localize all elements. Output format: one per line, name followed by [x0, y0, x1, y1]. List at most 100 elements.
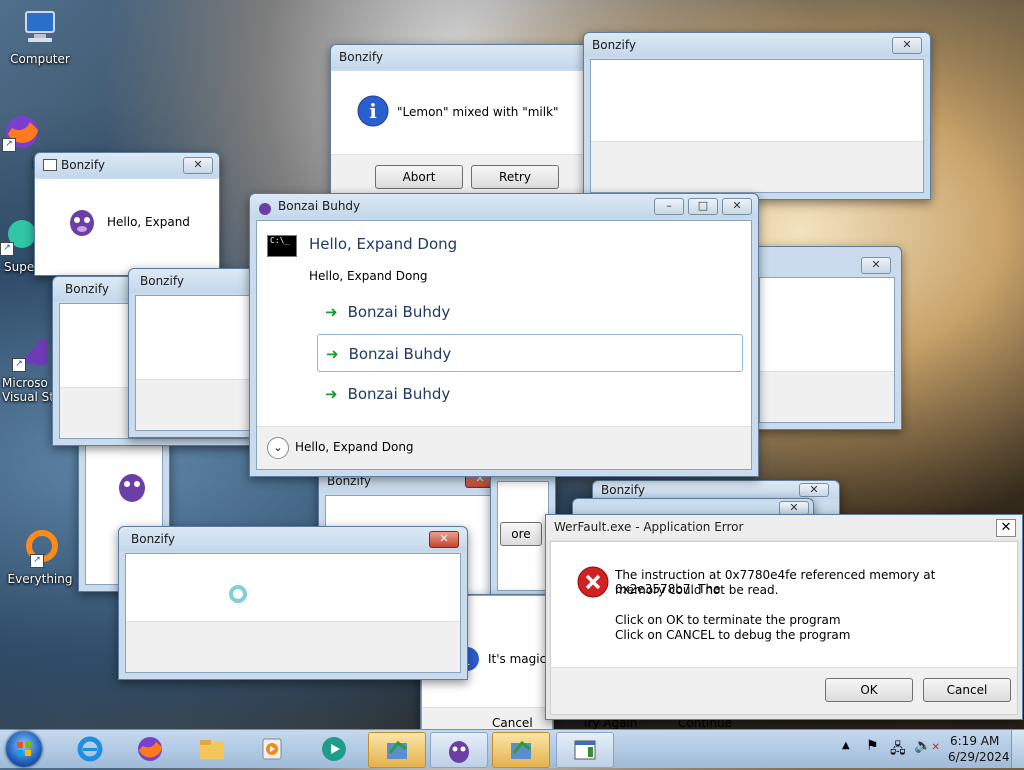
window-werfault[interactable]: WerFault.exe - Application Error ✕ The i… [545, 514, 1023, 720]
taskbar-explorer[interactable] [184, 732, 240, 766]
window-footer: ⌄ Hello, Expand Dong [257, 426, 751, 469]
taskbar-bonzi[interactable] [430, 732, 488, 768]
error-line-2: memory could not be read. [615, 583, 779, 597]
folder-icon [200, 740, 224, 759]
lemon-message: "Lemon" mixed with "milk" [397, 105, 559, 119]
window-body: ore [497, 481, 549, 591]
close-button[interactable]: ✕ [429, 531, 459, 548]
loading-spinner-icon [229, 585, 247, 603]
shortcut-arrow-icon: ↗ [2, 138, 16, 152]
window-body: i "Lemon" mixed with "milk" Abort Retry [331, 71, 593, 195]
desktop-icon-label: Everything [7, 572, 73, 586]
close-icon[interactable]: ✕ [996, 519, 1016, 537]
window-footer: Abort Retry [331, 154, 593, 195]
window-footer [126, 621, 460, 672]
window-icon [574, 740, 596, 760]
close-button[interactable]: ✕ [779, 501, 809, 515]
taskbar-window[interactable] [556, 732, 614, 768]
window-body [125, 553, 461, 673]
close-button[interactable]: ✕ [892, 37, 922, 54]
error-line-4: Click on CANCEL to debug the program [615, 628, 851, 642]
windows-logo-icon [17, 742, 31, 756]
more-button[interactable]: ore [500, 522, 542, 546]
installer-icon [511, 740, 531, 759]
window-bonzify-lemon[interactable]: Bonzify i "Lemon" mixed with "milk" Abor… [330, 44, 594, 196]
arrow-right-icon: ➜ [325, 385, 338, 403]
console-icon: C:\_ [267, 235, 297, 257]
visual-studio-icon: ↗ [12, 332, 52, 372]
window-title: Bonzify [331, 45, 593, 69]
ok-button[interactable]: OK [825, 678, 913, 702]
command-link-label: Bonzai Buhdy [347, 303, 451, 321]
info-icon: i [357, 95, 389, 127]
firefox-icon: ↗ [2, 112, 42, 152]
error-icon [577, 566, 609, 598]
minimize-button[interactable]: – [654, 198, 684, 215]
window-body [759, 277, 895, 423]
taskbar-app-green[interactable] [306, 732, 362, 766]
maximize-button[interactable]: □ [688, 198, 718, 215]
close-button[interactable]: ✕ [799, 483, 829, 497]
clock-date[interactable]: 6/29/2024 [948, 750, 1010, 764]
action-center-flag-icon[interactable]: ⚑ [866, 738, 879, 754]
abort-button[interactable]: Abort [375, 165, 463, 189]
volume-muted-icon[interactable]: 🔈✕ [914, 738, 940, 754]
command-link-3[interactable]: ➜ Bonzai Buhdy [317, 375, 743, 413]
network-icon[interactable]: 🖧 [890, 738, 906, 762]
clock-time[interactable]: 6:19 AM [950, 734, 999, 748]
show-desktop-button[interactable] [1011, 730, 1024, 768]
command-link-2[interactable]: ➜ Bonzai Buhdy [317, 334, 743, 372]
window-footer [760, 371, 894, 422]
desktop-icon-computer[interactable]: Computer [2, 8, 78, 66]
command-link-label: Bonzai Buhdy [348, 345, 452, 363]
taskbar-ie[interactable] [62, 732, 118, 766]
buhdy-subtext: Hello, Expand Dong [309, 269, 428, 283]
window-bonzify-blank[interactable]: Bonzify ✕ [583, 32, 931, 200]
bonzi-app-icon [258, 199, 272, 215]
window-body [135, 295, 263, 431]
taskbar-media-player[interactable] [244, 732, 300, 766]
show-hidden-icons-icon[interactable]: ▲ [842, 740, 850, 751]
taskbar-bonzify-active[interactable] [368, 732, 426, 768]
window-body: C:\_ Hello, Expand Dong Hello, Expand Do… [256, 220, 752, 470]
window-footer [591, 141, 923, 192]
error-line-3: Click on OK to terminate the program [615, 613, 841, 627]
firefox-icon [138, 737, 162, 761]
window-title-text: Bonzify [61, 158, 105, 172]
bonzi-icon [119, 474, 145, 502]
magic-message: It's magic [488, 652, 547, 666]
bonzi-icon [70, 210, 94, 236]
taskbar-firefox[interactable] [122, 732, 178, 766]
hello-message: Hello, Expand [107, 215, 190, 229]
cancel-button[interactable]: Cancel [492, 716, 533, 730]
taskbar-installer[interactable] [492, 732, 550, 768]
desktop-icon-everything[interactable]: ↗ Everything [2, 528, 78, 586]
svg-text:i: i [369, 99, 377, 123]
cancel-button[interactable]: Cancel [923, 678, 1011, 702]
window-body [590, 59, 924, 193]
window-bonzify-loading[interactable]: Bonzify ✕ [118, 526, 468, 680]
close-button[interactable]: ✕ [861, 257, 891, 274]
arrow-right-icon: ➜ [326, 345, 339, 363]
retry-button[interactable]: Retry [471, 165, 559, 189]
everything-icon: ↗ [20, 528, 60, 568]
close-button[interactable]: ✕ [183, 157, 213, 174]
window-title: Bonzify [584, 33, 930, 57]
chevron-down-icon[interactable]: ⌄ [267, 437, 289, 459]
window-title: WerFault.exe - Application Error [546, 515, 1022, 539]
buhdy-heading: Hello, Expand Dong [309, 235, 458, 253]
start-button[interactable] [6, 731, 42, 767]
internet-explorer-icon [77, 736, 103, 762]
command-link-1[interactable]: ➜ Bonzai Buhdy [317, 293, 743, 331]
window-bonzai-buhdy[interactable]: Bonzai Buhdy – □ ✕ C:\_ Hello, Expand Do… [249, 193, 759, 477]
window-footer [136, 379, 262, 430]
window-body: Hello, Expand [35, 179, 219, 275]
window-title-text: Bonzai Buhdy [278, 199, 361, 213]
close-button[interactable]: ✕ [722, 198, 752, 215]
window-title: Bonzify [119, 527, 467, 551]
window-behind-right[interactable]: ✕ [752, 246, 902, 430]
window-body: The instruction at 0x7780e4fe referenced… [550, 541, 1018, 715]
expand-details-label[interactable]: Hello, Expand Dong [295, 440, 414, 454]
app-icon [322, 737, 346, 761]
window-bonzify-hello[interactable]: Bonzify ✕ Hello, Expand [34, 152, 220, 276]
